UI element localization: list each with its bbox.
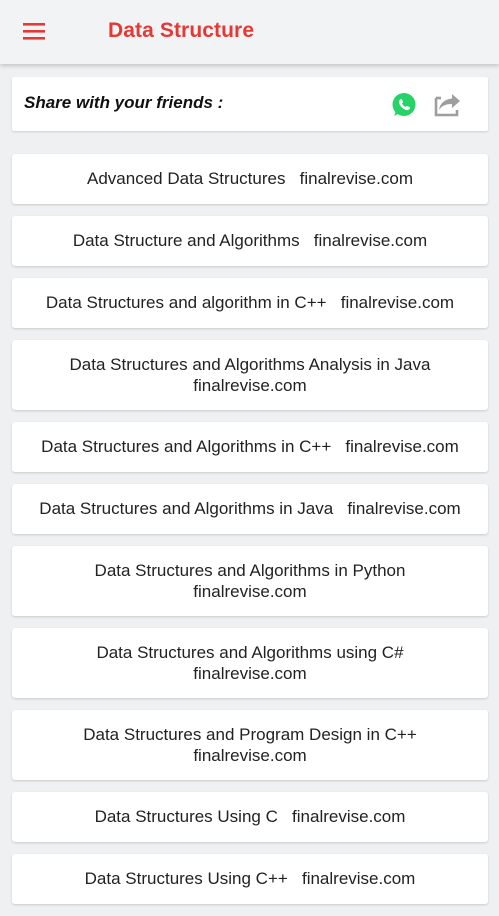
list-item[interactable]: Data Structures and algorithm in C++ fin… (12, 278, 488, 328)
book-list: Advanced Data Structures finalrevise.com… (12, 154, 488, 916)
list-item[interactable]: Data Structure and Algorithms finalrevis… (12, 216, 488, 266)
hamburger-menu-icon[interactable] (14, 16, 54, 48)
share-card: Share with your friends : (12, 77, 488, 131)
list-item[interactable]: Data Structures Using C++ finalrevise.co… (12, 854, 488, 904)
list-item[interactable]: Data Structures and Algorithms Analysis … (12, 340, 488, 410)
whatsapp-icon[interactable] (390, 91, 418, 119)
list-item[interactable]: Data Structures and Algorithms in C++ fi… (12, 422, 488, 472)
list-item[interactable]: Data Structures and Algorithms using C# … (12, 628, 488, 698)
list-item[interactable]: Data Structures and Program Design in C+… (12, 710, 488, 780)
list-item[interactable]: Data Structures and Algorithms in Python… (12, 546, 488, 616)
list-item[interactable]: Advanced Data Structures finalrevise.com (12, 154, 488, 204)
page-title: Data Structure (108, 19, 255, 42)
list-item[interactable]: Data Structures and Algorithms in Java f… (12, 484, 488, 534)
app-bar: Data Structure (0, 0, 499, 64)
share-arrow-icon[interactable] (432, 90, 464, 118)
list-item[interactable]: Data Structures Using C finalrevise.com (12, 792, 488, 842)
share-label: Share with your friends : (24, 93, 224, 112)
